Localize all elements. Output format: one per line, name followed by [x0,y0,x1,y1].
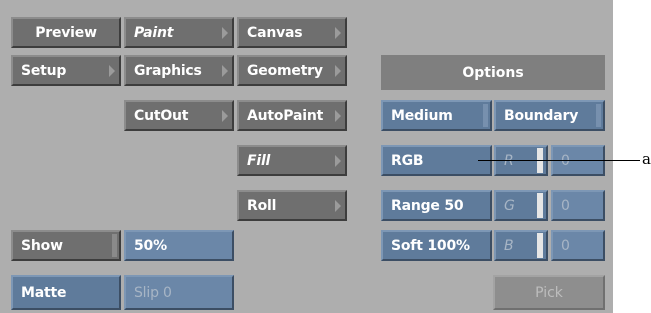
blue-value-field[interactable]: 0 [551,230,605,261]
paint-menu-button[interactable]: Paint [124,17,234,48]
setup-label: Setup [21,62,67,79]
percent-field[interactable]: 50% [124,230,234,261]
green-channel-slider[interactable]: G [494,190,548,221]
green-value-field[interactable]: 0 [551,190,605,221]
medium-dropdown[interactable]: Medium [381,100,492,131]
show-dropdown[interactable]: Show [11,230,121,261]
callout-label: a [642,150,651,168]
submenu-arrow-icon [335,199,341,212]
submenu-arrow-icon [335,109,341,122]
color-mode-dropdown[interactable]: RGB [381,145,492,176]
geometry-label: Geometry [247,62,323,79]
dropdown-indicator [112,234,117,257]
dropdown-indicator [483,104,488,127]
roll-menu-button[interactable]: Roll [237,190,347,221]
range-label: Range 50 [391,197,464,214]
blue-channel-slider[interactable]: B [494,230,548,261]
blue-channel-label: B [504,237,514,254]
slider-handle[interactable] [537,233,543,258]
medium-label: Medium [391,107,453,124]
cutout-menu-button[interactable]: CutOut [124,100,234,131]
autopaint-menu-button[interactable]: AutoPaint [237,100,347,131]
fill-menu-button[interactable]: Fill [237,145,347,176]
preview-label: Preview [35,24,97,41]
preview-button[interactable]: Preview [11,17,121,48]
boundary-dropdown[interactable]: Boundary [494,100,605,131]
slip-field[interactable]: Slip 0 [124,275,234,310]
matte-label: Matte [21,284,67,301]
color-mode-label: RGB [391,152,424,169]
soft-field[interactable]: Soft 100% [381,230,492,261]
submenu-arrow-icon [335,64,341,77]
submenu-arrow-icon [335,26,341,39]
submenu-arrow-icon [222,64,228,77]
graphics-menu-button[interactable]: Graphics [124,55,234,86]
canvas-label: Canvas [247,24,303,41]
cutout-label: CutOut [134,107,189,124]
slider-handle[interactable] [537,193,543,218]
canvas-menu-button[interactable]: Canvas [237,17,347,48]
callout-line [478,160,640,161]
autopaint-label: AutoPaint [247,107,324,124]
setup-menu-button[interactable]: Setup [11,55,121,86]
options-header-label: Options [462,64,524,81]
fill-label: Fill [247,152,271,169]
submenu-arrow-icon [335,154,341,167]
dropdown-indicator [596,104,601,127]
slip-value: Slip 0 [134,284,172,301]
show-label: Show [21,237,63,254]
submenu-arrow-icon [109,64,115,77]
percent-value: 50% [134,237,167,254]
green-value: 0 [561,197,570,214]
graphics-label: Graphics [134,62,202,79]
boundary-label: Boundary [504,107,579,124]
blue-value: 0 [561,237,570,254]
roll-label: Roll [247,197,277,214]
paint-label: Paint [134,24,174,41]
range-field[interactable]: Range 50 [381,190,492,221]
pick-button[interactable]: Pick [493,275,605,310]
geometry-menu-button[interactable]: Geometry [237,55,347,86]
matte-button[interactable]: Matte [11,275,121,310]
pick-label: Pick [535,284,563,301]
soft-label: Soft 100% [391,237,470,254]
submenu-arrow-icon [222,109,228,122]
green-channel-label: G [504,197,515,214]
options-header: Options [381,55,605,90]
submenu-arrow-icon [222,26,228,39]
paint-menu-panel: Preview Paint Canvas Setup Graphics Geom… [0,0,613,313]
